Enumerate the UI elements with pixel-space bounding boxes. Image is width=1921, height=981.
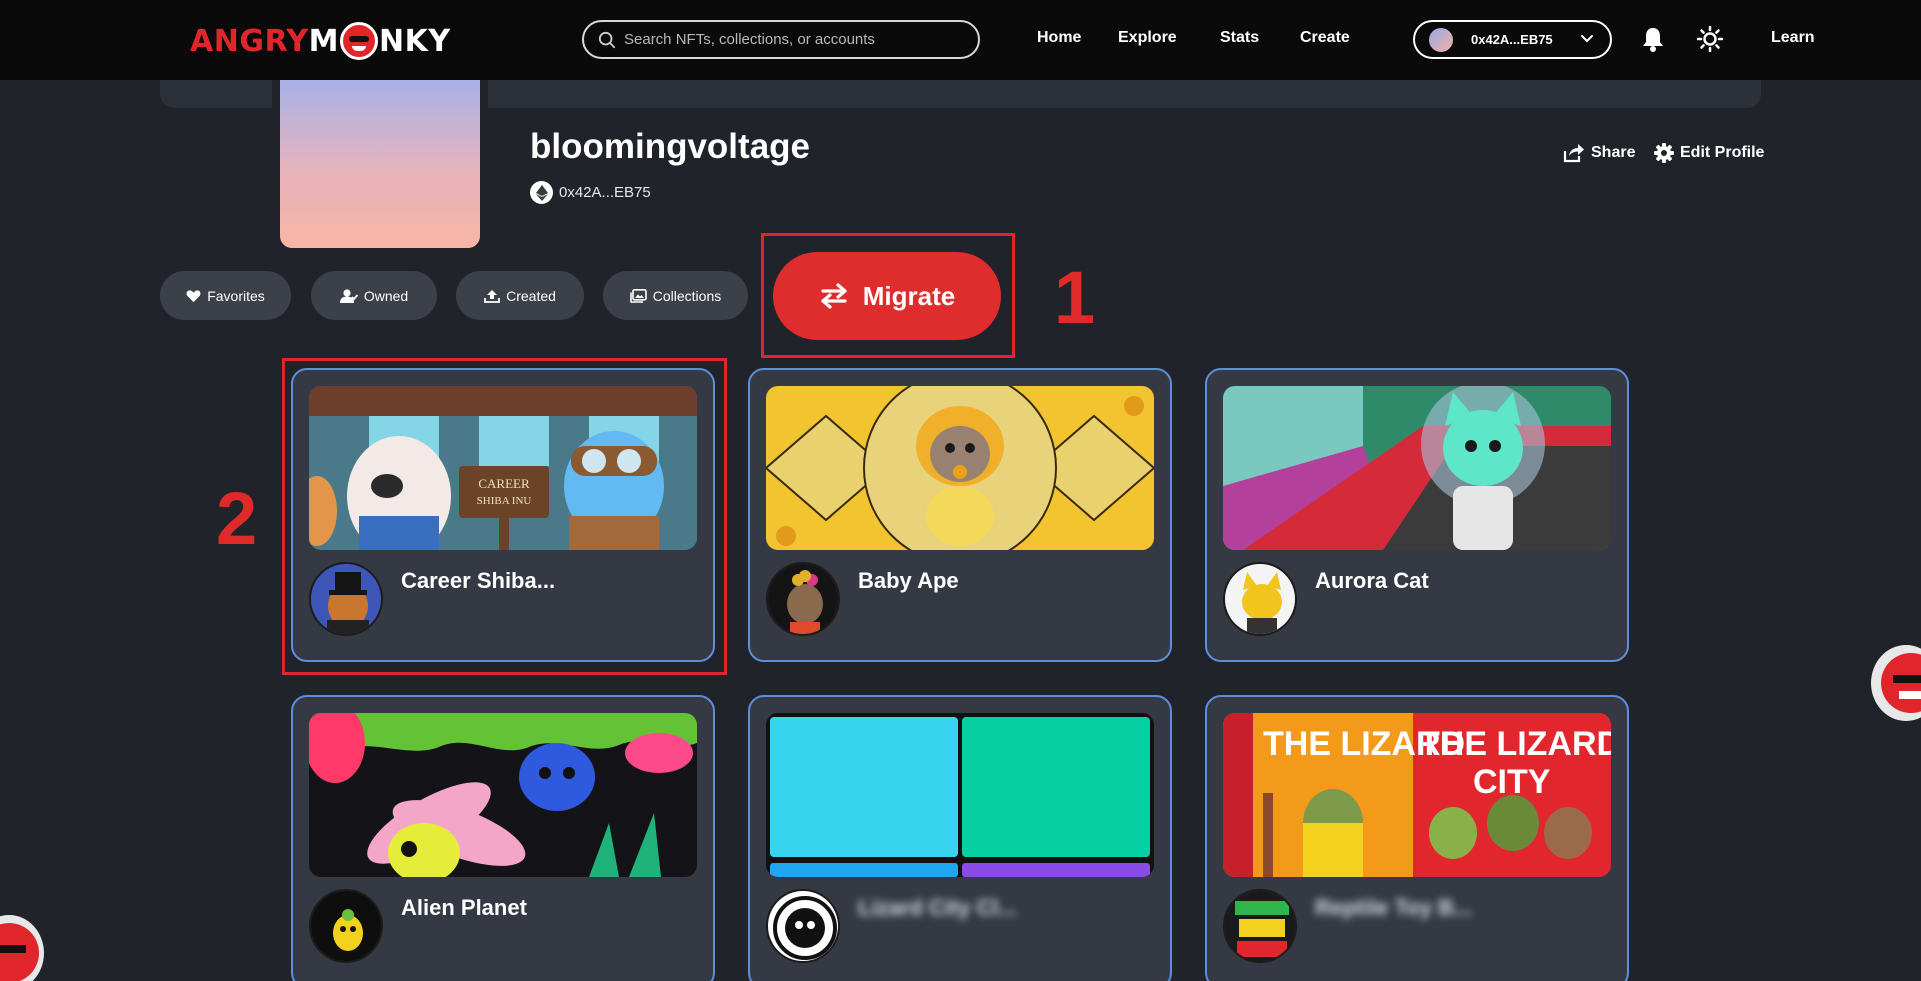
filter-created[interactable]: Created [456, 271, 584, 320]
sun-icon[interactable] [1697, 26, 1723, 52]
svg-text:THE LIZARD: THE LIZARD [1419, 725, 1611, 763]
svg-text:CAREER: CAREER [478, 476, 530, 491]
ethereum-icon [530, 181, 553, 204]
filter-favorites[interactable]: Favorites [160, 271, 291, 320]
wallet-address: 0x42A...EB75 [1471, 32, 1553, 47]
nft-name: Career Shiba... [401, 568, 556, 593]
nft-card[interactable]: Baby Ape [748, 368, 1172, 662]
heart-icon [186, 289, 201, 302]
migrate-label: Migrate [862, 280, 956, 311]
nft-name: Reptile Toy B... [1315, 895, 1473, 920]
profile-username: bloomingvoltage [530, 127, 810, 166]
profile-address: 0x42A...EB75 [559, 184, 651, 201]
nft-thumbnail [309, 713, 697, 877]
swap-arrows-icon [821, 283, 847, 309]
collection-avatar [766, 889, 840, 963]
gear-icon [1654, 143, 1674, 163]
collection-avatar [1223, 889, 1297, 963]
nft-card[interactable]: CAREER SHIBA INU Career Shiba... [291, 368, 715, 662]
logo-text-angry: ANGRY [190, 23, 309, 59]
collection-avatar [766, 562, 840, 636]
floating-mascot-icon[interactable] [1871, 645, 1921, 721]
nft-thumbnail [766, 386, 1154, 550]
nft-thumbnail [766, 713, 1154, 877]
nft-thumbnail [1223, 386, 1611, 550]
filter-label: Created [506, 287, 556, 304]
search-icon [598, 31, 616, 48]
nft-name: Alien Planet [401, 895, 527, 920]
share-icon [1563, 144, 1584, 163]
migrate-button[interactable]: Migrate [773, 252, 1001, 340]
nft-thumbnail: CAREER SHIBA INU [309, 386, 697, 550]
top-navbar: ANGRY M NKY Home Explore Stats Create 0x… [0, 0, 1921, 80]
monkey-face-icon [340, 22, 378, 60]
nft-thumbnail: THE LIZARD THE LIZARD CITY [1223, 713, 1611, 877]
filter-label: Favorites [207, 287, 265, 304]
corner-mascot-icon [0, 915, 44, 981]
annotation-step-2: 2 [216, 477, 258, 560]
nft-name: Lizard City Cl... [858, 895, 1017, 920]
wallet-button[interactable]: 0x42A...EB75 [1413, 20, 1612, 59]
nft-name: Baby Ape [858, 568, 959, 593]
filter-collections[interactable]: Collections [603, 271, 748, 320]
annotation-step-1: 1 [1054, 256, 1096, 339]
wallet-avatar [1429, 27, 1453, 52]
nft-card[interactable]: Aurora Cat [1205, 368, 1629, 662]
nft-name: Aurora Cat [1315, 568, 1429, 593]
collection-avatar [309, 562, 383, 636]
share-label: Share [1591, 144, 1636, 161]
upload-icon [484, 289, 500, 303]
bell-icon[interactable] [1641, 26, 1665, 52]
nav-create-link[interactable]: Create [1300, 29, 1350, 47]
filter-owned[interactable]: Owned [311, 271, 437, 320]
user-icon [339, 288, 358, 303]
collection-avatar [309, 889, 383, 963]
nav-explore-link[interactable]: Explore [1118, 29, 1177, 47]
share-button[interactable]: Share [1563, 143, 1635, 163]
filter-label: Collections [652, 287, 722, 304]
image-stack-icon [629, 288, 647, 303]
nav-stats-link[interactable]: Stats [1220, 29, 1259, 47]
edit-profile-label: Edit Profile [1680, 144, 1765, 161]
nft-card[interactable]: Alien Planet [291, 695, 715, 981]
collection-avatar [1223, 562, 1297, 636]
nft-card[interactable]: THE LIZARD THE LIZARD CITY Reptile Toy B… [1205, 695, 1629, 981]
profile-address-row[interactable]: 0x42A...EB75 [530, 181, 651, 204]
edit-profile-button[interactable]: Edit Profile [1654, 143, 1764, 163]
logo-text-nky: NKY [379, 23, 451, 59]
brand-logo[interactable]: ANGRY M NKY [190, 22, 451, 60]
filter-label: Owned [363, 287, 409, 304]
nav-home-link[interactable]: Home [1037, 29, 1081, 47]
search-bar[interactable] [582, 20, 980, 59]
chevron-down-icon [1581, 35, 1593, 43]
nav-learn-link[interactable]: Learn [1771, 29, 1815, 47]
search-input[interactable] [624, 31, 964, 48]
profile-avatar [280, 80, 480, 248]
logo-text-m: M [308, 23, 339, 59]
svg-text:SHIBA INU: SHIBA INU [477, 495, 532, 507]
nft-card[interactable]: Lizard City Cl... [748, 695, 1172, 981]
